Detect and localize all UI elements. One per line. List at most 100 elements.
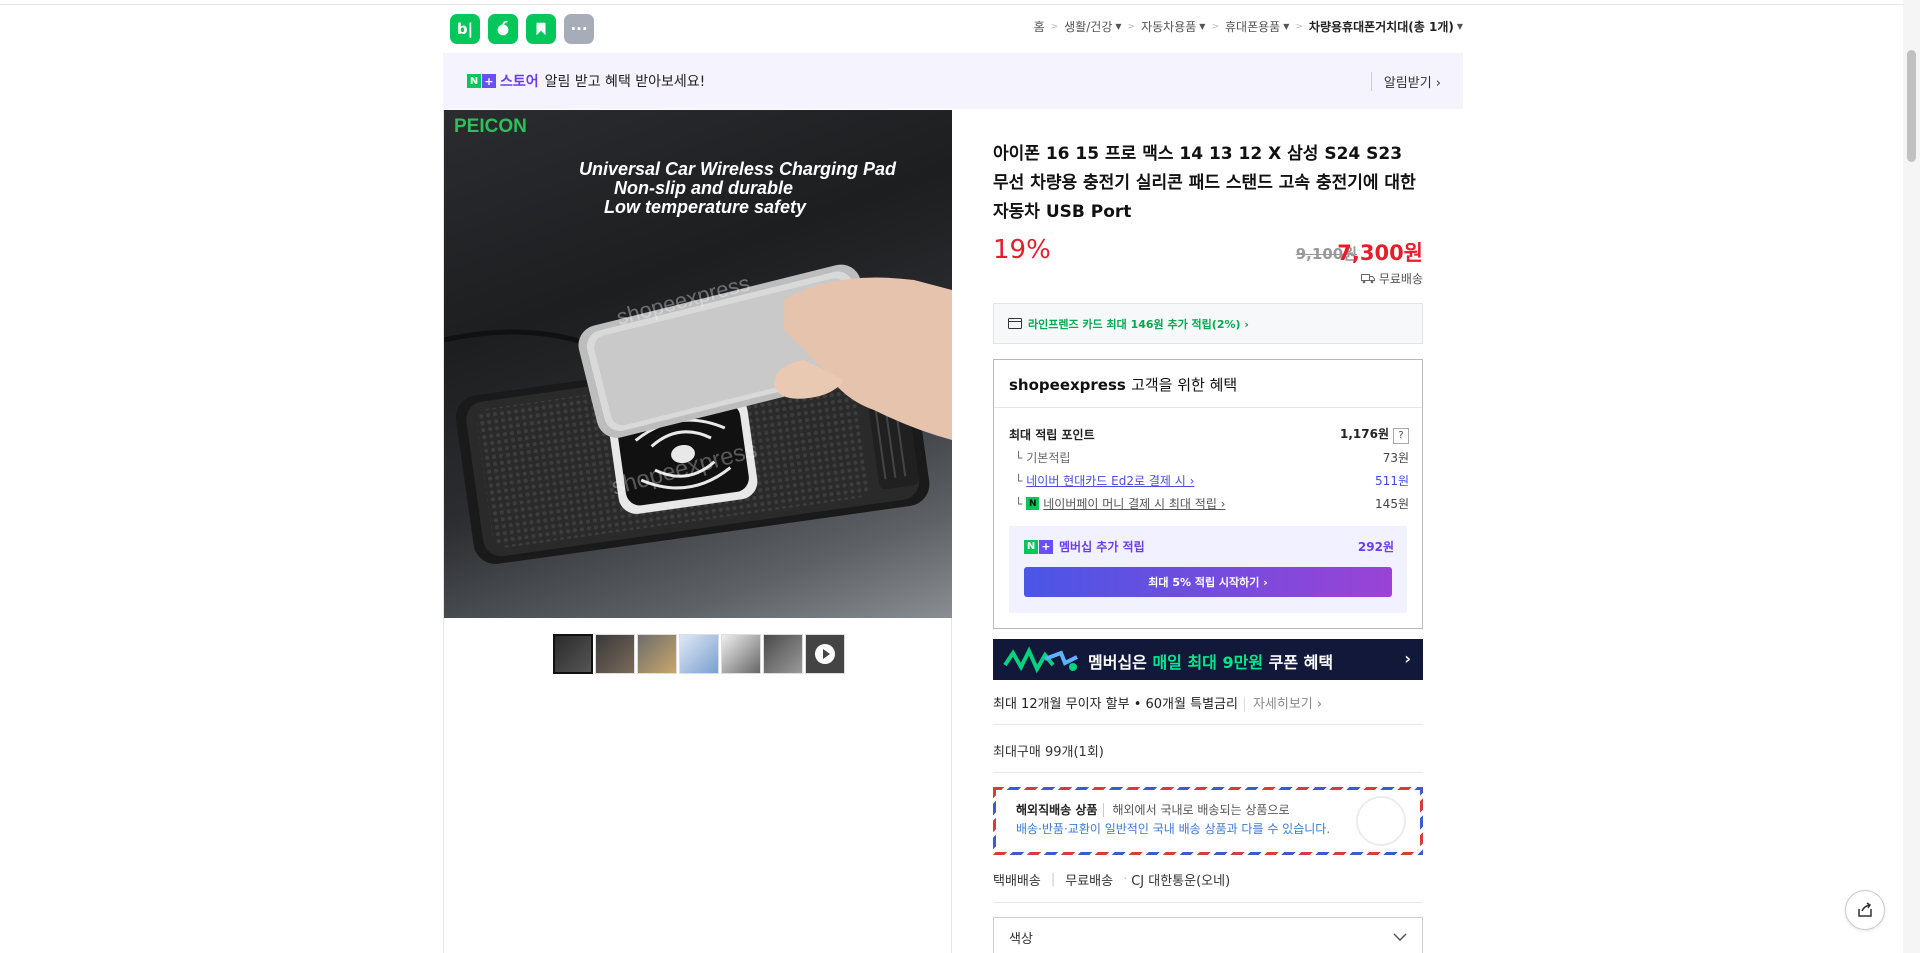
benefit-title-suffix: 고객을 위한 혜택 [1131,376,1238,394]
breadcrumb-separator: > [1295,21,1303,32]
shipping-label: 무료배송 [1378,272,1423,286]
divider [994,407,1422,408]
membership-label: 멤버십 추가 적립 [1059,540,1145,554]
delivery-type: 택배배송 [993,874,1041,889]
divider: | [1050,872,1056,887]
benefit-title: shopeexpress 고객을 위한 혜택 [1009,374,1237,395]
caret-down-icon: ▼ [1115,22,1122,31]
promo-prefix: 멤버십은 [1088,653,1153,672]
breadcrumb-label: 홈 [1033,20,1045,34]
point-row-label-wrap: └ 네이버 현대카드 Ed2로 결제 시 › [1015,472,1195,489]
share-button[interactable] [1845,890,1885,930]
npay-icon: N [1026,497,1040,510]
brand-watermark: PEICON [454,116,527,137]
breadcrumb-phone-goods[interactable]: 휴대폰용품 ▼ [1225,18,1289,35]
product-photo: PEICON Universal Car Wireless Charging P… [444,116,952,564]
bookmark-icon[interactable] [526,14,556,44]
more-icon[interactable]: ··· [564,14,594,44]
hyundai-card-link[interactable]: 네이버 현대카드 Ed2로 결제 시 › [1026,472,1194,489]
benefit-box: shopeexpress 고객을 위한 혜택 최대 적립 포인트 1,176원?… [993,359,1423,629]
blog-icon[interactable]: b| [450,14,480,44]
card-icon [1008,318,1022,329]
membership-label-wrap: N + 멤버십 추가 적립 [1024,538,1145,555]
installment-text: 최대 12개월 무이자 할부 • 60개월 특별금리 [993,697,1238,712]
airmail-stamp-icon [1356,796,1406,846]
product-title: 아이폰 16 15 프로 맥스 14 13 12 X 삼성 S24 S23 무선… [993,144,1416,222]
chevron-right-icon: › [1404,649,1411,668]
product-main-image[interactable]: PEICON Universal Car Wireless Charging P… [444,110,952,618]
membership-box: N + 멤버십 추가 적립 292원 최대 5% 적립 시작하기 › [1009,526,1407,613]
breadcrumb-label: 생활/건강 [1064,20,1113,34]
image-headline-2: Non-slip and durable [614,178,793,198]
npay-money-link[interactable]: 네이버페이 머니 결제 시 최대 적립 › [1043,495,1225,512]
delivery-carrier: CJ 대한통운(오네) [1131,874,1231,889]
scrollbar-thumb[interactable] [1907,50,1916,162]
thumbnail[interactable] [553,634,593,674]
image-headline-3: Low temperature safety [604,197,807,217]
overseas-note: 배송·반품·교환이 일반적인 국내 배송 상품과 다를 수 있습니다. [1016,822,1331,836]
header: b| ··· 홈 > 생활/건강 ▼ > 자동차용품 ▼ > 휴대폰용품 ▼ > 차량… [443,12,1463,44]
breadcrumb-label: 차량용휴대폰거치대(총 1개) [1308,20,1454,34]
breadcrumb-life-health[interactable]: 생활/건강 ▼ [1064,18,1121,35]
point-row-value: 145원 [1375,497,1409,511]
max-points-row: 최대 적립 포인트 1,176원? [1009,425,1409,444]
help-icon[interactable]: ? [1393,428,1409,444]
delivery-fee: 무료배송 [1065,874,1114,889]
point-row-label-wrap: └ 기본적립 [1015,450,1071,466]
membership-promo-banner[interactable]: 멤버십은 매일 최대 9만원 쿠폰 혜택 › [993,639,1423,680]
store-label: 스토어 [500,74,539,90]
delivery-info: 택배배송 | 무료배송 · CJ 대한통운(오네) [993,870,1423,903]
thumbnail[interactable] [721,634,761,674]
breadcrumb-label: 휴대폰용품 [1225,20,1281,34]
point-row-label-wrap: └ N 네이버페이 머니 결제 시 최대 적립 › [1015,495,1226,512]
option-label: 색상 [1009,931,1033,947]
overseas-title: 해외직배송 상품 [1016,803,1098,817]
thumbnail[interactable] [763,634,803,674]
point-row-value: 511원 [1375,474,1409,488]
promo-suffix: 쿠폰 혜택 [1263,653,1334,672]
color-option-select[interactable]: 색상 [993,917,1423,953]
caret-down-icon: ▼ [1199,22,1206,31]
nplus-logo-icon: N + [1024,539,1053,554]
overseas-desc: 해외에서 국내로 배송되는 상품으로 [1103,803,1290,817]
point-row-value: 73원 [1382,451,1409,465]
breadcrumb-separator: > [1211,21,1219,32]
point-row-basic: └ 기본적립 73원 [1009,449,1409,466]
overseas-notice: 해외직배송 상품 해외에서 국내로 배송되는 상품으로 배송·반품·교환이 일반적… [993,787,1423,855]
notice-message: 알림 받고 혜택 받아보세요! [544,74,706,90]
caret-down-icon: ▼ [1283,22,1290,31]
breadcrumb: 홈 > 생활/건강 ▼ > 자동차용품 ▼ > 휴대폰용품 ▼ > 차량용휴대폰거치대… [1034,18,1463,35]
discount-rate: 19% [993,235,1051,265]
max-purchase: 최대구매 99개(1회) [993,741,1423,773]
truck-icon [1360,273,1375,283]
start-membership-button[interactable]: 최대 5% 적립 시작하기 › [1024,567,1392,597]
overseas-notice-inner: 해외직배송 상품 해외에서 국내로 배송되는 상품으로 배송·반품·교환이 일반적… [996,790,1420,852]
breadcrumb-label: 자동차용품 [1141,20,1197,34]
breadcrumb-current[interactable]: 차량용휴대폰거치대(총 1개) ▼ [1309,18,1463,35]
promo-highlight: 매일 최대 9만원 [1152,653,1264,672]
breadcrumb-car-goods[interactable]: 자동차용품 ▼ [1141,18,1205,35]
membership-value: 292원 [1357,540,1394,554]
thumbnail[interactable] [637,634,677,674]
card-benefit-banner[interactable]: 라인프렌즈 카드 최대 146원 추가 적립(2%) › [993,303,1423,344]
nplus-logo-icon: N + [467,74,496,88]
page-scrollbar[interactable] [1903,0,1920,953]
breadcrumb-home[interactable]: 홈 [1034,18,1045,35]
thumbnail[interactable] [679,634,719,674]
apple-icon[interactable] [488,14,518,44]
alarm-subscribe-link[interactable]: 알림받기 › [1370,72,1441,91]
caret-down-icon: ▼ [1456,22,1463,31]
max-points-value-wrap: 1,176원? [1340,425,1409,444]
share-icon [1858,902,1872,917]
chevron-down-icon [1393,933,1407,941]
point-row-label: 기본적립 [1026,451,1071,465]
shipping-info: 무료배송 [1360,270,1423,287]
installment-more-link[interactable]: 자세히보기 › [1243,697,1323,712]
thumbnail[interactable] [595,634,635,674]
max-points-value: 1,176원 [1340,427,1389,441]
membership-row: N + 멤버십 추가 적립 292원 [1024,538,1394,555]
image-headline-1: Universal Car Wireless Charging Pad [579,159,897,179]
dot-separator: · [1123,872,1128,887]
video-thumbnail[interactable] [805,634,845,674]
promo-art-icon [1003,646,1078,674]
